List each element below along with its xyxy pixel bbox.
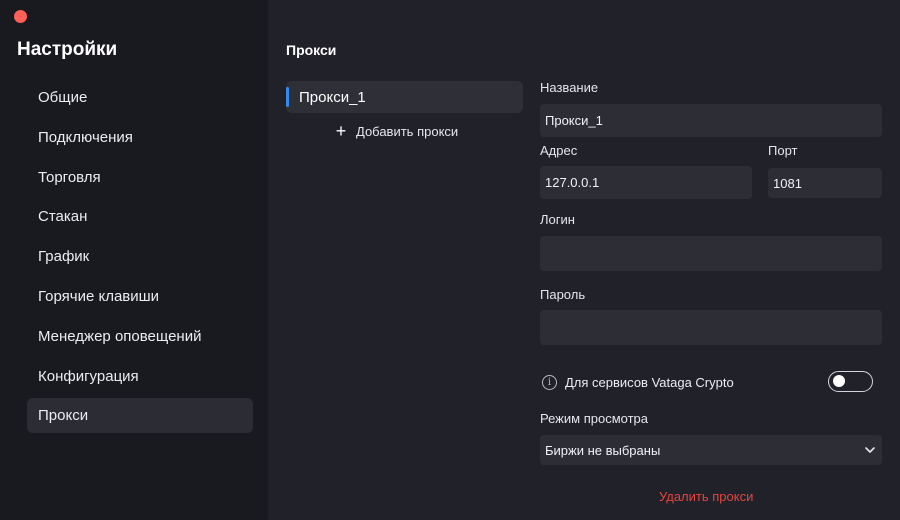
plus-icon: + [335, 121, 347, 141]
sidebar-item-configuration[interactable]: Конфигурация [27, 359, 253, 394]
address-label: Адрес [540, 143, 578, 158]
port-label: Порт [768, 143, 798, 158]
proxy-form: Название Адрес Порт Логин Пароль i Для с… [540, 0, 882, 520]
services-toggle[interactable] [828, 371, 873, 392]
selected-indicator [286, 87, 289, 107]
chevron-down-icon [865, 447, 875, 453]
sidebar-item-alerts-manager[interactable]: Менеджер оповещений [27, 319, 253, 354]
info-icon[interactable]: i [542, 374, 557, 390]
sidebar-title: Настройки [17, 39, 118, 60]
proxy-list-item[interactable]: Прокси_1 [286, 81, 523, 113]
services-toggle-label: Для сервисов Vataga Crypto [565, 374, 734, 390]
password-input[interactable] [540, 310, 882, 345]
sidebar: Настройки Общие Подключения Торговля Ста… [0, 0, 268, 520]
window-close-button[interactable] [14, 10, 27, 23]
address-input[interactable] [540, 166, 752, 199]
port-input[interactable] [768, 168, 882, 198]
settings-window: Настройки Общие Подключения Торговля Ста… [0, 0, 900, 520]
toggle-knob [833, 375, 845, 387]
add-proxy-button[interactable]: + Добавить прокси [334, 121, 458, 141]
services-toggle-row: i Для сервисов Vataga Crypto [542, 371, 873, 393]
name-input[interactable] [540, 104, 882, 137]
login-input[interactable] [540, 236, 882, 271]
proxy-list-item-label: Прокси_1 [299, 88, 366, 106]
sidebar-item-connections[interactable]: Подключения [27, 120, 253, 155]
proxy-settings-panel: Прокси Прокси_1 + Добавить прокси Назван… [268, 0, 900, 520]
page-title: Прокси [286, 42, 337, 58]
view-mode-value: Биржи не выбраны [545, 442, 661, 458]
name-label: Название [540, 80, 599, 95]
delete-proxy-button[interactable]: Удалить прокси [659, 489, 753, 504]
view-mode-select[interactable]: Биржи не выбраны [540, 435, 882, 465]
sidebar-item-hotkeys[interactable]: Горячие клавиши [27, 279, 253, 314]
sidebar-item-trading[interactable]: Торговля [27, 160, 253, 195]
sidebar-item-general[interactable]: Общие [27, 80, 253, 115]
view-mode-label: Режим просмотра [540, 411, 648, 426]
sidebar-item-proxy[interactable]: Прокси [27, 398, 253, 434]
sidebar-item-order-book[interactable]: Стакан [27, 199, 253, 234]
login-label: Логин [540, 212, 575, 227]
password-label: Пароль [540, 287, 586, 302]
sidebar-item-chart[interactable]: График [27, 239, 253, 274]
settings-nav: Общие Подключения Торговля Стакан График… [27, 80, 253, 438]
add-proxy-label: Добавить прокси [356, 123, 459, 139]
